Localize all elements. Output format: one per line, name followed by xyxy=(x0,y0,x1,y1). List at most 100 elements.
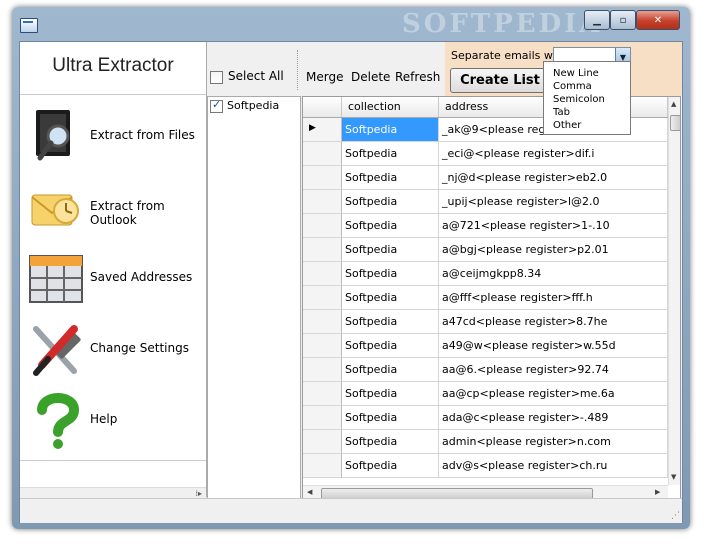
separator-dropdown: New Line Comma Semicolon Tab Other xyxy=(543,61,631,135)
cell-collection[interactable]: Softpedia xyxy=(342,238,439,262)
nav-extract-outlook[interactable]: Extract from Outlook xyxy=(20,173,206,243)
row-header[interactable] xyxy=(303,430,342,454)
cell-collection[interactable]: Softpedia xyxy=(342,262,439,286)
scroll-left-icon[interactable]: ◀ xyxy=(307,488,312,496)
row-header[interactable] xyxy=(303,262,342,286)
close-button[interactable]: ✕ xyxy=(636,10,680,30)
table-row[interactable]: Softpedia _nj@d<please register>eb2.0 xyxy=(303,166,668,190)
cell-address[interactable]: a47cd<please register>8.7he xyxy=(439,310,668,334)
app-icon[interactable] xyxy=(20,18,38,33)
row-header[interactable] xyxy=(303,382,342,406)
divider xyxy=(20,94,206,95)
row-header[interactable] xyxy=(303,358,342,382)
cell-address[interactable]: a@ceijmgkpp8.34 xyxy=(439,262,668,286)
title-bar[interactable]: SOFTPEDIA ▁ ▫ ✕ xyxy=(12,7,690,41)
cell-address[interactable]: _upij<please register>l@2.0 xyxy=(439,190,668,214)
table-row[interactable]: Softpedia adv@s<please register>ch.ru xyxy=(303,454,668,478)
row-header[interactable] xyxy=(303,142,342,166)
row-header[interactable] xyxy=(303,214,342,238)
cell-collection[interactable]: Softpedia xyxy=(342,334,439,358)
toolbar-separator xyxy=(297,50,299,90)
row-header-corner xyxy=(303,97,342,117)
table-row[interactable]: Softpedia a@bgj<please register>p2.01 xyxy=(303,238,668,262)
scroll-right-icon[interactable]: ▶ xyxy=(655,488,660,496)
maximize-button[interactable]: ▫ xyxy=(610,10,636,30)
cell-collection[interactable]: Softpedia xyxy=(342,310,439,334)
option-new-line[interactable]: New Line xyxy=(553,68,599,79)
table-row[interactable]: Softpedia a@fff<please register>fff.h xyxy=(303,286,668,310)
select-all-checkbox[interactable] xyxy=(210,71,223,84)
cell-collection[interactable]: Softpedia xyxy=(342,214,439,238)
row-header[interactable] xyxy=(303,310,342,334)
help-icon xyxy=(37,393,80,449)
row-header[interactable] xyxy=(303,286,342,310)
row-header[interactable] xyxy=(303,334,342,358)
delete-button[interactable]: Delete xyxy=(351,70,390,84)
cell-collection[interactable]: Softpedia xyxy=(342,118,439,142)
resize-grip-icon[interactable]: ⋰ xyxy=(671,511,680,521)
table-row[interactable]: Softpedia admin<please register>n.com xyxy=(303,430,668,454)
nav-change-settings[interactable]: Change Settings xyxy=(20,315,206,385)
nav-saved-addresses[interactable]: Saved Addresses xyxy=(20,244,206,314)
table-row[interactable]: Softpedia a47cd<please register>8.7he xyxy=(303,310,668,334)
option-comma[interactable]: Comma xyxy=(553,81,592,92)
row-header[interactable] xyxy=(303,454,342,478)
scroll-thumb[interactable] xyxy=(670,115,680,131)
cell-collection[interactable]: Softpedia xyxy=(342,286,439,310)
nav-label: Change Settings xyxy=(90,341,189,355)
cell-address[interactable]: _eci@<please register>dif.i xyxy=(439,142,668,166)
create-list-button[interactable]: Create List xyxy=(450,68,550,93)
table-row[interactable]: Softpedia ada@c<please register>-.489 xyxy=(303,406,668,430)
merge-button[interactable]: Merge xyxy=(306,70,343,84)
cell-collection[interactable]: Softpedia xyxy=(342,454,439,478)
cell-address[interactable]: admin<please register>n.com xyxy=(439,430,668,454)
cell-collection[interactable]: Softpedia xyxy=(342,406,439,430)
cell-collection[interactable]: Softpedia xyxy=(342,142,439,166)
sidebar-scrollbar[interactable]: ⁞▸ xyxy=(20,487,206,498)
cell-collection[interactable]: Softpedia xyxy=(342,190,439,214)
collection-checkbox[interactable] xyxy=(210,98,223,113)
row-header[interactable] xyxy=(303,166,342,190)
table-row[interactable]: Softpedia _upij<please register>l@2.0 xyxy=(303,190,668,214)
cell-address[interactable]: aa@cp<please register>me.6a xyxy=(439,382,668,406)
scroll-down-icon[interactable]: ▼ xyxy=(671,473,676,481)
select-all-label[interactable]: Select All xyxy=(228,69,284,83)
refresh-button[interactable]: Refresh xyxy=(395,70,440,84)
collection-label[interactable]: Softpedia xyxy=(227,99,279,112)
table-row[interactable]: Softpedia a@721<please register>1-.10 xyxy=(303,214,668,238)
row-header[interactable]: ▶ xyxy=(303,118,342,142)
option-tab[interactable]: Tab xyxy=(553,107,570,118)
close-icon: ✕ xyxy=(653,14,663,26)
cell-collection[interactable]: Softpedia xyxy=(342,166,439,190)
cell-address[interactable]: a@fff<please register>fff.h xyxy=(439,286,668,310)
option-other[interactable]: Other xyxy=(553,120,581,131)
nav-help[interactable]: Help xyxy=(20,386,206,456)
cell-address[interactable]: ada@c<please register>-.489 xyxy=(439,406,668,430)
app-title: Ultra Extractor xyxy=(52,55,174,76)
option-semicolon[interactable]: Semicolon xyxy=(553,94,605,105)
tools-icon xyxy=(33,325,81,376)
row-header[interactable] xyxy=(303,406,342,430)
row-header[interactable] xyxy=(303,238,342,262)
column-header-collection[interactable]: collection xyxy=(342,97,439,117)
cell-address[interactable]: a@bgj<please register>p2.01 xyxy=(439,238,668,262)
table-row[interactable]: Softpedia aa@6.<please register>92.74 xyxy=(303,358,668,382)
cell-address[interactable]: adv@s<please register>ch.ru xyxy=(439,454,668,478)
cell-collection[interactable]: Softpedia xyxy=(342,358,439,382)
table-row[interactable]: Softpedia aa@cp<please register>me.6a xyxy=(303,382,668,406)
nav-extract-files[interactable]: Extract from Files xyxy=(20,102,206,172)
cell-address[interactable]: a@721<please register>1-.10 xyxy=(439,214,668,238)
cell-address[interactable]: _nj@d<please register>eb2.0 xyxy=(439,166,668,190)
cell-collection[interactable]: Softpedia xyxy=(342,382,439,406)
vertical-scrollbar[interactable]: ▲ ▼ xyxy=(668,97,680,485)
table-row[interactable]: Softpedia a49@w<please register>w.55d xyxy=(303,334,668,358)
cell-address[interactable]: aa@6.<please register>92.74 xyxy=(439,358,668,382)
scroll-up-icon[interactable]: ▲ xyxy=(671,100,676,108)
cell-address[interactable]: a49@w<please register>w.55d xyxy=(439,334,668,358)
minimize-button[interactable]: ▁ xyxy=(584,10,610,30)
cell-collection[interactable]: Softpedia xyxy=(342,430,439,454)
row-header[interactable] xyxy=(303,190,342,214)
table-row[interactable]: Softpedia _eci@<please register>dif.i xyxy=(303,142,668,166)
table-row[interactable]: Softpedia a@ceijmgkpp8.34 xyxy=(303,262,668,286)
table-icon xyxy=(29,255,83,303)
